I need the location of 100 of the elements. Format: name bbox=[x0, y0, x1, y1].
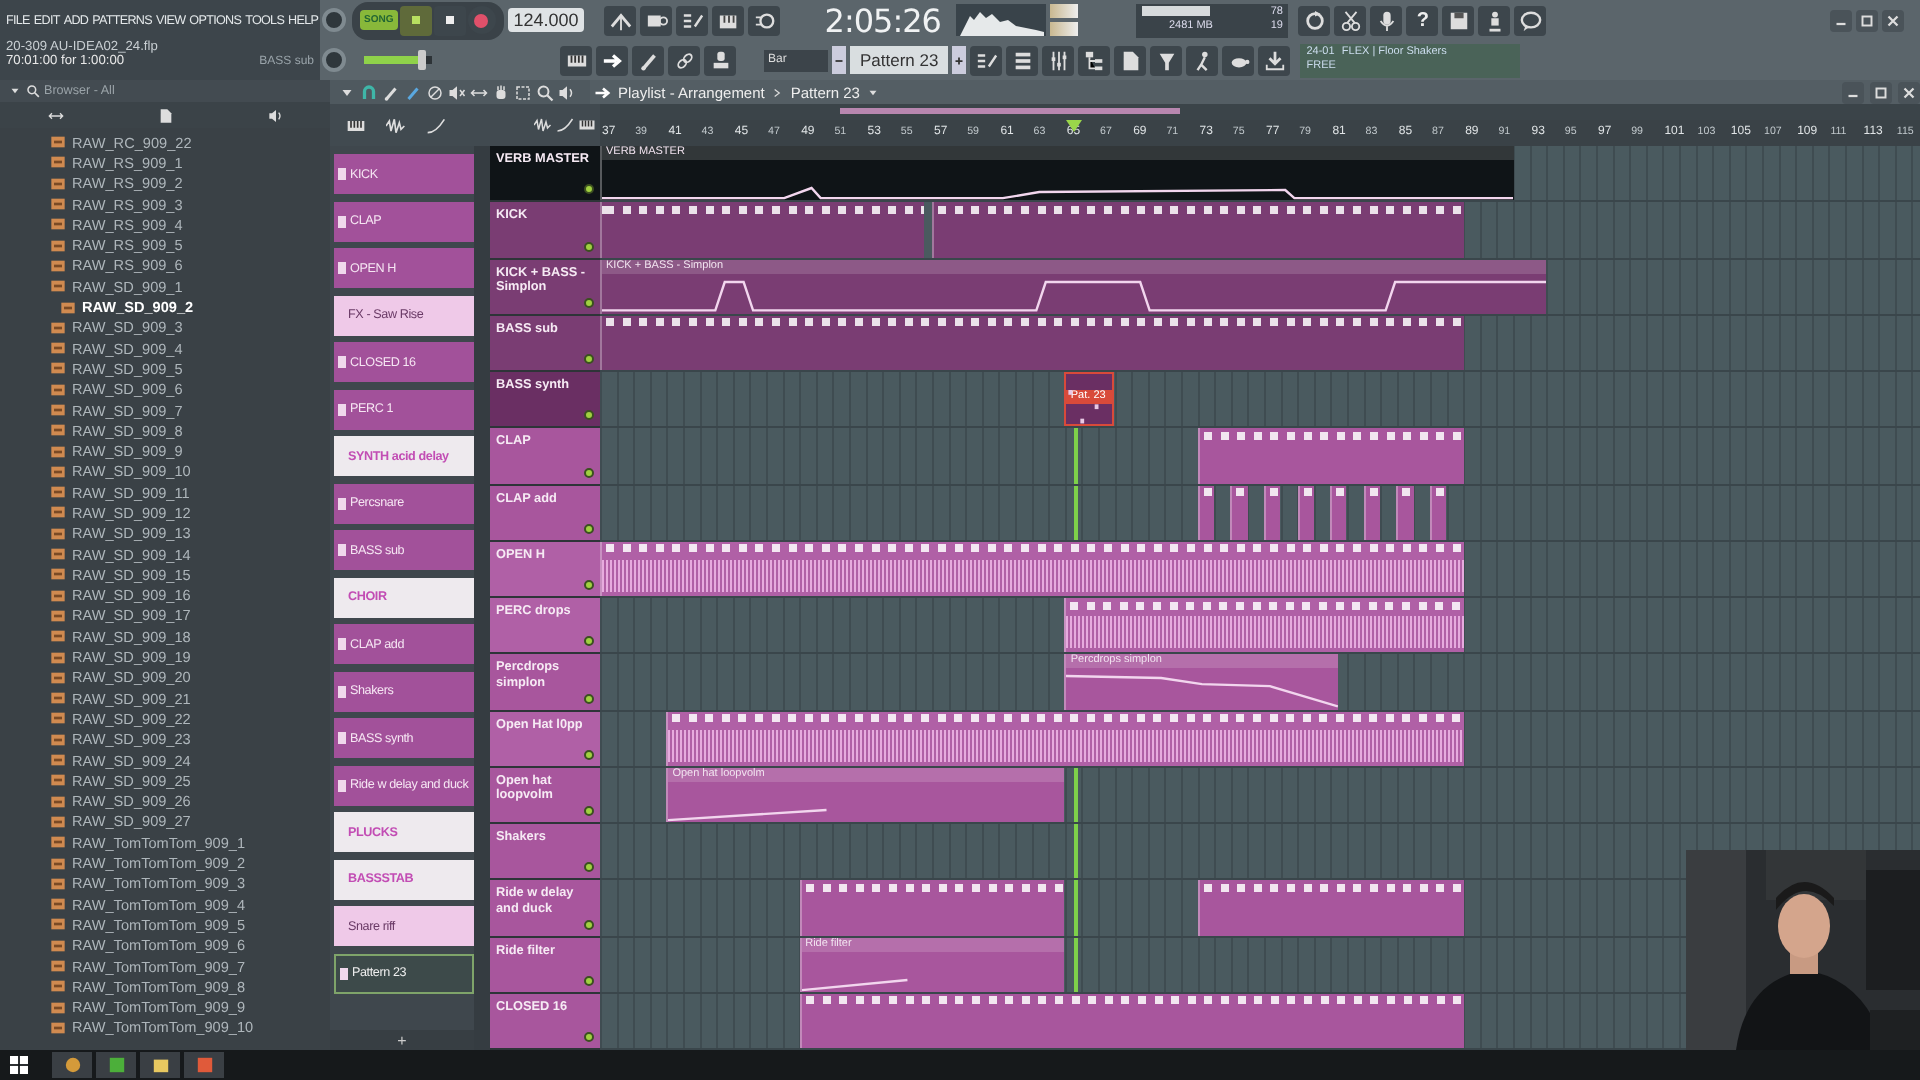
track-dot-icon[interactable] bbox=[584, 523, 594, 534]
arrow-icon bbox=[594, 83, 612, 101]
refresh-button[interactable] bbox=[1298, 5, 1331, 35]
waveform-icon bbox=[534, 116, 552, 134]
track-dot-icon[interactable] bbox=[584, 806, 594, 816]
download-icon bbox=[1263, 49, 1286, 71]
maximize-button[interactable] bbox=[1856, 9, 1878, 31]
plugin-button[interactable] bbox=[1150, 45, 1183, 75]
pattern-clip[interactable] bbox=[799, 880, 1065, 935]
figure-button[interactable] bbox=[1478, 5, 1511, 35]
track-dot-icon[interactable] bbox=[584, 636, 594, 647]
arrow-icon bbox=[601, 49, 623, 71]
overview-bar[interactable] bbox=[600, 104, 1920, 120]
pattern-clip[interactable] bbox=[600, 202, 924, 257]
scissors-button[interactable] bbox=[1334, 5, 1367, 35]
close-icon bbox=[1900, 83, 1918, 101]
next-pattern-button[interactable] bbox=[952, 46, 967, 74]
audio-clip[interactable] bbox=[600, 541, 1464, 596]
browser-icon bbox=[1083, 49, 1106, 71]
previous-pattern-button[interactable] bbox=[832, 46, 846, 74]
record-icon bbox=[474, 13, 489, 27]
track-dot-icon[interactable] bbox=[584, 580, 594, 590]
pattern-clip[interactable] bbox=[1330, 485, 1347, 540]
keyboard-button[interactable] bbox=[712, 5, 745, 35]
pattern-selector[interactable]: Pattern 23 bbox=[850, 46, 949, 74]
waveform-icon bbox=[386, 115, 406, 135]
tool-button[interactable] bbox=[604, 5, 637, 35]
pattern-clip[interactable] bbox=[1297, 485, 1314, 540]
pattern-clip[interactable] bbox=[1197, 880, 1464, 935]
track-dot-icon[interactable] bbox=[584, 467, 594, 477]
track-dot-icon[interactable] bbox=[584, 410, 594, 421]
pattern-clip[interactable] bbox=[1197, 428, 1464, 483]
link-button[interactable] bbox=[668, 45, 700, 75]
microphone-button[interactable] bbox=[1370, 5, 1403, 35]
piano-roll-icon bbox=[975, 49, 998, 71]
track-dot-icon[interactable] bbox=[584, 297, 594, 308]
piano-roll-button[interactable] bbox=[970, 45, 1003, 75]
pattern-clip[interactable] bbox=[1264, 485, 1281, 540]
close-button[interactable] bbox=[1898, 81, 1920, 103]
loop-button[interactable] bbox=[748, 5, 781, 35]
slider-thumb[interactable] bbox=[417, 50, 426, 70]
page-icon bbox=[157, 107, 173, 123]
track-dot-icon[interactable] bbox=[584, 749, 594, 760]
pattern-clip[interactable] bbox=[600, 315, 1464, 370]
app-taskbar-icon[interactable] bbox=[96, 1052, 136, 1078]
download-button[interactable] bbox=[1258, 45, 1291, 75]
track-dot-icon[interactable] bbox=[584, 919, 594, 929]
curve-icon bbox=[426, 115, 446, 135]
stamp-button[interactable] bbox=[704, 45, 736, 75]
track-dot-icon[interactable] bbox=[584, 1032, 594, 1042]
audio-clip[interactable] bbox=[666, 711, 1464, 766]
tempo-display[interactable]: 124.000 bbox=[507, 8, 585, 32]
track-dot-icon[interactable] bbox=[584, 862, 594, 873]
folder-taskbar-icon[interactable] bbox=[140, 1052, 180, 1078]
pattern-clip[interactable] bbox=[1430, 485, 1447, 540]
pencil-button[interactable] bbox=[632, 45, 664, 75]
volume-knob[interactable] bbox=[322, 8, 346, 32]
speaker-icon bbox=[267, 107, 283, 123]
channel-rack-icon bbox=[1011, 49, 1034, 71]
maximize-button[interactable] bbox=[1870, 81, 1892, 103]
track-dot-icon[interactable] bbox=[584, 184, 594, 195]
save-button[interactable] bbox=[1442, 5, 1475, 35]
close-button[interactable] bbox=[1882, 9, 1904, 31]
track-dot-icon[interactable] bbox=[584, 975, 594, 986]
page-button[interactable] bbox=[1114, 45, 1147, 75]
help-button[interactable]: ? bbox=[1406, 5, 1439, 35]
start-icon[interactable] bbox=[10, 1056, 28, 1074]
piano-button[interactable] bbox=[560, 45, 592, 75]
tape-button[interactable] bbox=[640, 5, 673, 35]
arrow-button[interactable] bbox=[596, 45, 628, 75]
pattern-clip[interactable] bbox=[799, 993, 1464, 1048]
pattern-icon bbox=[340, 967, 348, 979]
minimize-button[interactable] bbox=[1830, 9, 1852, 31]
app-taskbar-icon[interactable] bbox=[184, 1052, 224, 1078]
track-dot-icon[interactable] bbox=[584, 354, 594, 364]
pattern-clip[interactable] bbox=[932, 202, 1464, 257]
app-taskbar-icon[interactable] bbox=[52, 1052, 92, 1078]
person-button[interactable] bbox=[1186, 45, 1219, 75]
pattern-clip[interactable] bbox=[1230, 485, 1248, 540]
minimize-button[interactable] bbox=[1842, 81, 1864, 103]
pitch-knob[interactable] bbox=[322, 48, 346, 72]
chevron-icon bbox=[770, 85, 785, 99]
browser-button[interactable] bbox=[1078, 45, 1111, 75]
loop-icon bbox=[753, 9, 776, 31]
pattern-clip[interactable] bbox=[1363, 485, 1381, 540]
chat-button[interactable] bbox=[1514, 5, 1547, 35]
pattern-clip[interactable] bbox=[1396, 485, 1414, 540]
pencil-icon bbox=[637, 49, 659, 71]
steps-button[interactable] bbox=[676, 5, 709, 35]
track-dot-icon[interactable] bbox=[584, 693, 594, 703]
mixer-button[interactable] bbox=[1042, 45, 1075, 75]
close-icon bbox=[1884, 11, 1902, 29]
turtle-button[interactable] bbox=[1222, 45, 1255, 75]
stop-button[interactable] bbox=[433, 5, 466, 35]
play-button[interactable] bbox=[399, 5, 432, 35]
add-button[interactable]: + bbox=[330, 1030, 474, 1050]
track-dot-icon[interactable] bbox=[584, 241, 594, 251]
pattern-clip[interactable] bbox=[1197, 485, 1215, 540]
audio-clip[interactable] bbox=[1064, 598, 1464, 653]
swap-icon bbox=[47, 107, 63, 123]
